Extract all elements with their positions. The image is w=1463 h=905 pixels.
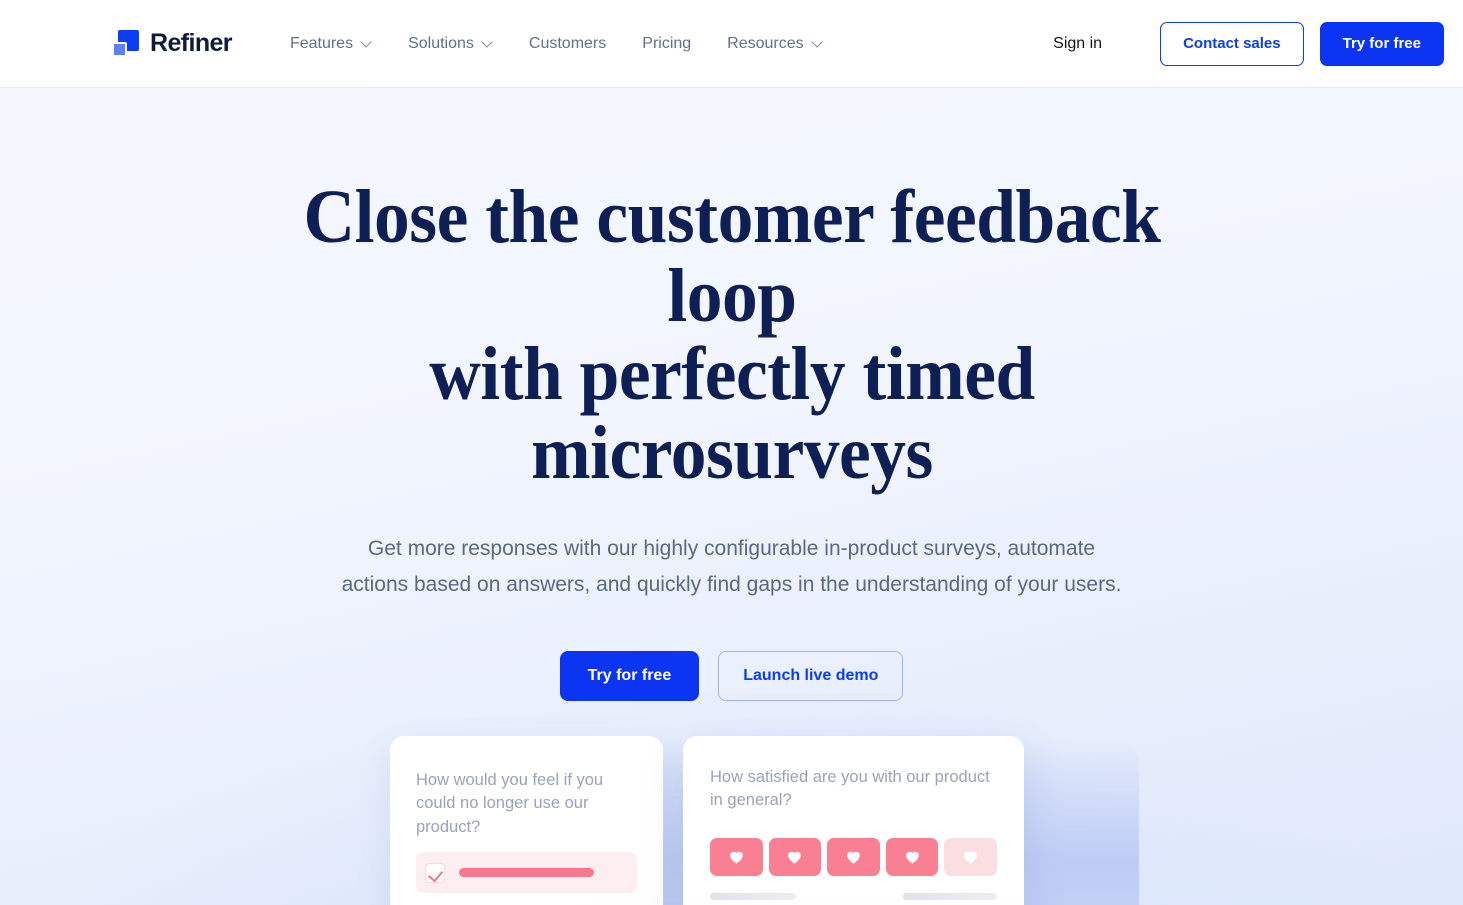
- refiner-logo-icon: [112, 30, 139, 57]
- heart-rating-scale: [710, 837, 997, 876]
- heart-rating-5[interactable]: [944, 837, 997, 876]
- checkbox-checked-icon[interactable]: [425, 862, 445, 883]
- chevron-down-icon: [361, 37, 372, 48]
- nav-item-features[interactable]: Features: [289, 34, 372, 52]
- scale-label-placeholder-low: [710, 892, 796, 900]
- chevron-down-icon: [812, 37, 823, 48]
- survey-card-satisfaction: How satisfied are you with our product i…: [683, 736, 1024, 905]
- nav-item-resources[interactable]: Resources: [727, 34, 823, 52]
- hero-section: Close the customer feedback loop with pe…: [0, 88, 1463, 905]
- nav-label-customers: Customers: [528, 34, 607, 52]
- nav-item-customers[interactable]: Customers: [528, 34, 607, 52]
- rating-scale-labels: [710, 892, 997, 900]
- try-for-free-button-hero[interactable]: Try for free: [559, 650, 700, 701]
- headline-line-1: Close the customer feedback loop: [302, 175, 1161, 338]
- header-actions: Sign in Contact sales Try for free: [1053, 21, 1462, 66]
- brand-logo[interactable]: Refiner: [112, 29, 233, 58]
- survey-card-product-market-fit: How would you feel if you could no longe…: [390, 736, 663, 905]
- nav-label-resources: Resources: [727, 34, 804, 52]
- heart-icon: [847, 852, 860, 864]
- headline-line-2: with perfectly timed microsurveys: [428, 332, 1035, 495]
- landing-page: Refiner Features Solutions Customers Pri…: [0, 0, 1463, 905]
- heart-rating-2[interactable]: [768, 837, 822, 876]
- heart-icon: [905, 852, 919, 864]
- heart-icon: [729, 852, 743, 864]
- brand-name: Refiner: [150, 29, 233, 57]
- survey-question-1: How would you feel if you could no longe…: [416, 771, 604, 836]
- option-placeholder-bar: [459, 868, 594, 878]
- contact-sales-button[interactable]: Contact sales: [1160, 21, 1304, 66]
- hero-content: Close the customer feedback loop with pe…: [0, 88, 1463, 701]
- hero-subheadline: Get more responses with our highly confi…: [341, 536, 1122, 596]
- launch-live-demo-button[interactable]: Launch live demo: [718, 650, 904, 701]
- scale-label-placeholder-high: [903, 892, 997, 900]
- page-title: Close the customer feedback loop with pe…: [257, 178, 1206, 493]
- heart-rating-4[interactable]: [885, 837, 939, 876]
- try-for-free-button-header[interactable]: Try for free: [1319, 21, 1444, 66]
- sign-in-link[interactable]: Sign in: [1053, 35, 1102, 53]
- nav-label-pricing: Pricing: [642, 34, 692, 52]
- main-nav: Features Solutions Customers Pricing Res…: [289, 34, 823, 52]
- survey-option-row[interactable]: [416, 852, 637, 894]
- nav-label-solutions: Solutions: [408, 34, 474, 52]
- hero-cta-row: Try for free Launch live demo: [0, 650, 1463, 701]
- heart-rating-1[interactable]: [710, 837, 763, 876]
- nav-item-solutions[interactable]: Solutions: [408, 34, 493, 52]
- heart-rating-3[interactable]: [827, 837, 880, 876]
- nav-label-features: Features: [289, 34, 354, 52]
- heart-icon: [964, 852, 978, 864]
- nav-item-pricing[interactable]: Pricing: [642, 34, 692, 52]
- heart-icon: [788, 852, 802, 864]
- site-header: Refiner Features Solutions Customers Pri…: [0, 0, 1463, 88]
- survey-question-2: How satisfied are you with our product i…: [710, 768, 990, 810]
- chevron-down-icon: [482, 37, 493, 48]
